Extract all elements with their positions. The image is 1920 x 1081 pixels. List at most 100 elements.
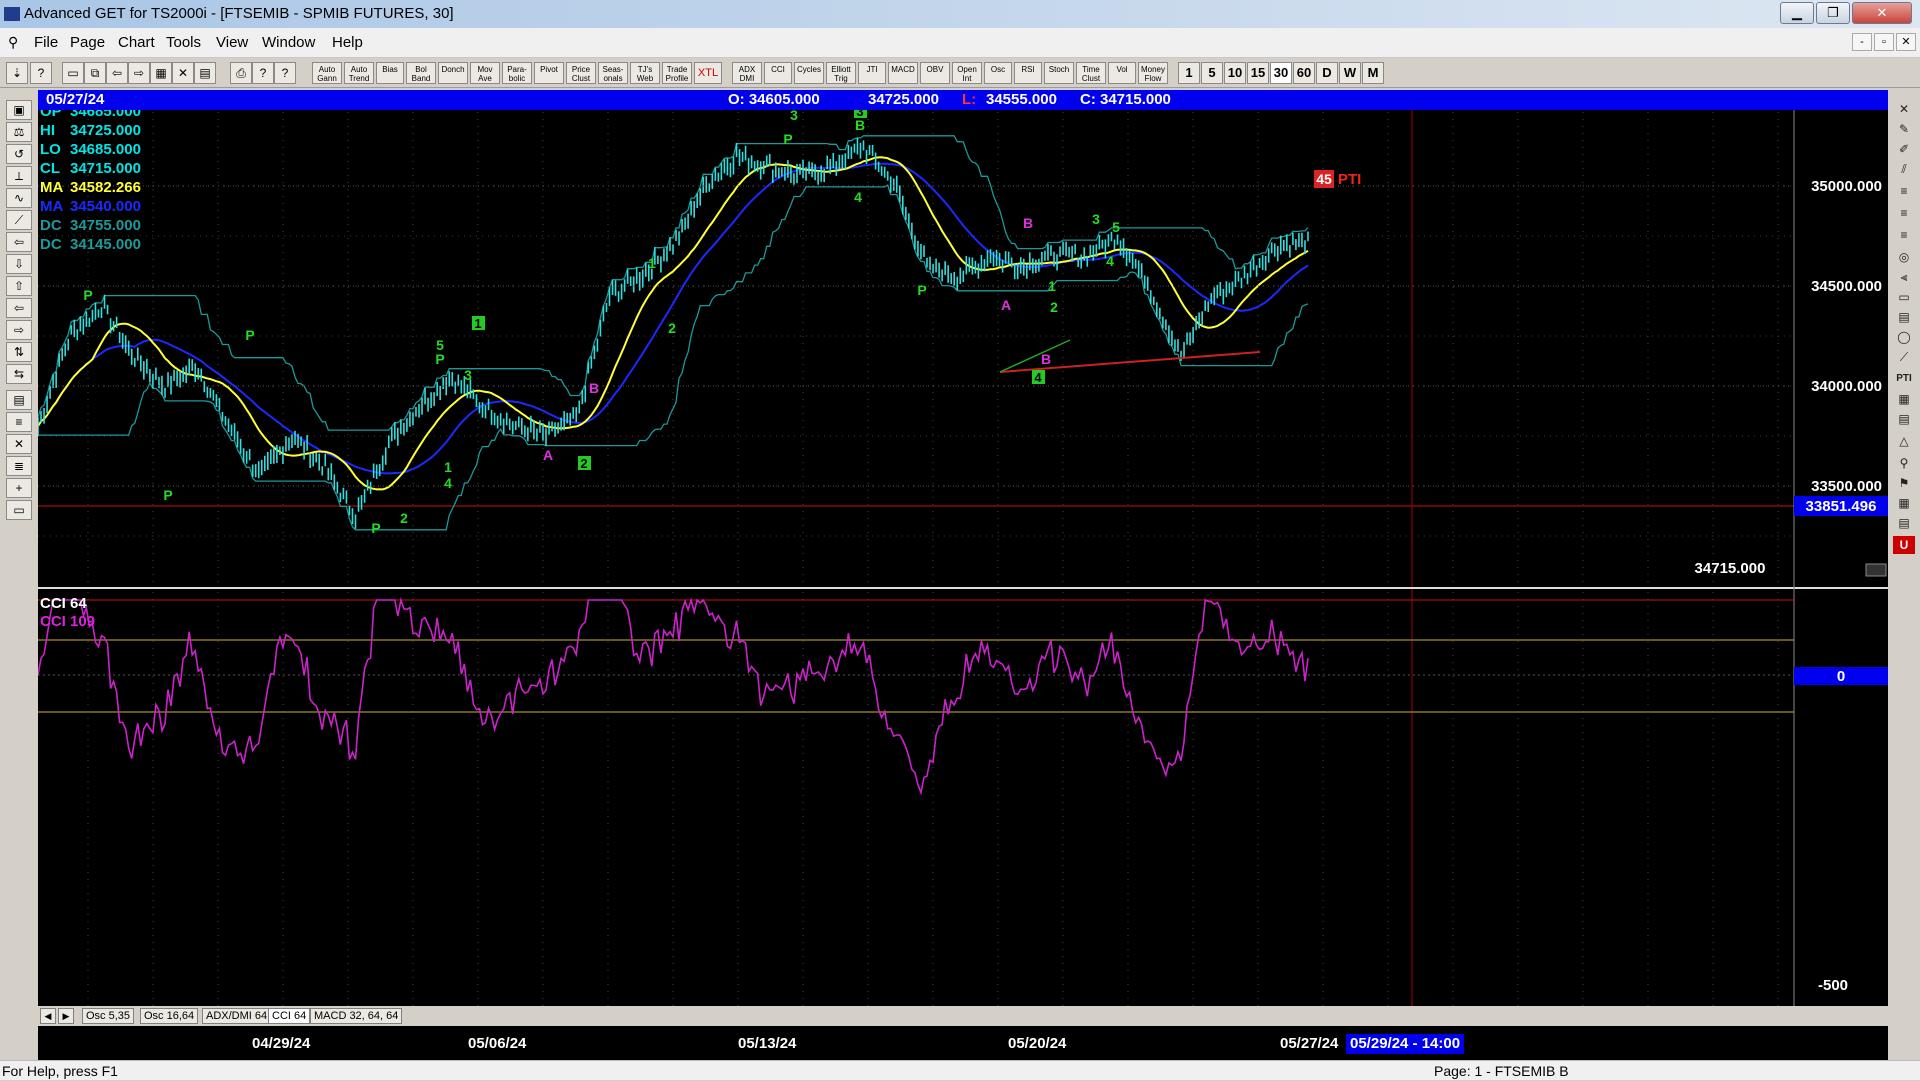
pen-icon[interactable]: ✎	[1893, 120, 1915, 138]
crosshair-icon[interactable]: +	[6, 478, 32, 498]
menu-view[interactable]: View	[216, 34, 248, 51]
study-button[interactable]: Open Int	[952, 62, 982, 84]
fib-time-icon[interactable]: ≡	[1893, 226, 1915, 244]
study-button[interactable]: Time Clust	[1076, 62, 1106, 84]
reset-icon[interactable]: ↺	[6, 144, 32, 164]
study-button[interactable]: Auto Gann	[312, 62, 342, 84]
open-folder-icon[interactable]: ▣	[6, 100, 32, 120]
arrow-up-icon[interactable]: ⇧	[6, 276, 32, 296]
study-button[interactable]: Vol	[1108, 62, 1136, 84]
fan-icon[interactable]: ⫷	[1893, 268, 1915, 286]
cursor-cross-icon[interactable]: ✕	[1893, 100, 1915, 118]
text-tool-icon[interactable]: ▤	[1893, 410, 1915, 428]
info-icon[interactable]: ?	[252, 62, 274, 84]
study-button[interactable]: Auto Trend	[344, 62, 374, 84]
print-icon[interactable]: ⎙	[230, 62, 252, 84]
tab-osc-16-64[interactable]: Osc 16,64	[140, 1008, 199, 1024]
help-pointer-icon[interactable]: ?	[30, 62, 52, 84]
menu-page[interactable]: Page	[70, 34, 105, 51]
study-button[interactable]: MACD	[888, 62, 918, 84]
study-button[interactable]: Price Clust	[566, 62, 596, 84]
spiral-icon[interactable]: ◎	[1893, 248, 1915, 266]
zoom-out-icon[interactable]: ⇆	[6, 364, 32, 384]
tab-cci-64[interactable]: CCI 64	[268, 1008, 311, 1024]
trend-icon[interactable]: ⟋	[6, 210, 32, 230]
pencil-icon[interactable]: ✐	[1893, 140, 1915, 158]
lines-icon[interactable]: ≡	[6, 412, 32, 432]
menu-file[interactable]: File	[34, 34, 58, 51]
context-help-icon[interactable]: ?	[274, 62, 296, 84]
back-icon[interactable]: ⇦	[106, 62, 128, 84]
study-button[interactable]: Bias	[376, 62, 404, 84]
rectangle-icon[interactable]: ▭	[1893, 288, 1915, 306]
study-button[interactable]: Elliott Trig	[826, 62, 856, 84]
compress-icon[interactable]: ▤	[6, 390, 32, 410]
fib-icon[interactable]: ≣	[6, 456, 32, 476]
menu-help[interactable]: Help	[332, 34, 363, 51]
gann-icon[interactable]: ✕	[6, 434, 32, 454]
study-button[interactable]: Money Flow	[1138, 62, 1168, 84]
study-button[interactable]: Stoch	[1044, 62, 1074, 84]
tab-macd[interactable]: MACD 32, 64, 64	[310, 1008, 403, 1024]
timeframe-button[interactable]: 15	[1247, 62, 1269, 84]
study-button[interactable]: ADX DMI	[732, 62, 762, 84]
study-button[interactable]: Seas- onals	[598, 62, 628, 84]
study-button[interactable]: XTL	[694, 62, 722, 84]
scale-icon[interactable]: ⚖	[6, 122, 32, 142]
pointer-icon[interactable]: ⇣	[6, 62, 28, 84]
new-page-icon[interactable]: ▭	[62, 62, 84, 84]
fib-ret-icon[interactable]: ≡	[1893, 182, 1915, 200]
mdi-close-icon[interactable]: ✕	[1896, 33, 1916, 51]
triangle-icon[interactable]: △	[1893, 432, 1915, 450]
study-button[interactable]: JTI	[858, 62, 886, 84]
timeframe-button[interactable]: 60	[1293, 62, 1315, 84]
timeframe-button[interactable]: 1	[1178, 62, 1200, 84]
bell-icon[interactable]: ⚑	[1893, 474, 1915, 492]
tab-scroll-right-icon[interactable]: ▶	[58, 1008, 74, 1024]
arrow-down-icon[interactable]: ⇩	[6, 254, 32, 274]
fib-ext-icon[interactable]: ≡	[1893, 204, 1915, 222]
grid-tool-icon[interactable]: ▦	[1893, 390, 1915, 408]
study-button[interactable]: Mov Ave	[470, 62, 500, 84]
study-button[interactable]: CCI	[764, 62, 792, 84]
pti-icon[interactable]: PTI	[1893, 370, 1915, 388]
box-icon[interactable]: ▤	[1893, 308, 1915, 326]
study-button[interactable]: Cycles	[794, 62, 824, 84]
mdi-document-icon[interactable]: ⚲	[8, 34, 18, 51]
menu-window[interactable]: Window	[262, 34, 315, 51]
menu-chart[interactable]: Chart	[118, 34, 155, 51]
grid-icon[interactable]: ▦	[150, 62, 172, 84]
maximize-button[interactable]: ❐	[1816, 2, 1850, 24]
study-button[interactable]: Trade Profile	[662, 62, 692, 84]
study-button[interactable]: Para- bolic	[502, 62, 532, 84]
minimize-button[interactable]: ▁	[1780, 2, 1814, 24]
regression-icon[interactable]: ⟋	[1893, 348, 1915, 366]
timeframe-button[interactable]: W	[1339, 62, 1361, 84]
timeframe-button[interactable]: D	[1316, 62, 1338, 84]
close-button[interactable]: ✕	[1852, 2, 1912, 24]
timeframe-button[interactable]: 10	[1224, 62, 1246, 84]
tab-osc-5-35[interactable]: Osc 5,35	[82, 1008, 135, 1024]
arrow-back-icon[interactable]: ⇦	[6, 298, 32, 318]
zoom-in-icon[interactable]: ⇅	[6, 342, 32, 362]
timeframe-button[interactable]: 30	[1270, 62, 1292, 84]
tab-adx-dmi-64[interactable]: ADX/DMI 64	[202, 1008, 272, 1024]
timeframe-button[interactable]: M	[1362, 62, 1384, 84]
undo-icon[interactable]: U	[1893, 536, 1915, 554]
tab-scroll-left-icon[interactable]: ◀	[40, 1008, 56, 1024]
list-icon[interactable]: ▤	[1893, 514, 1915, 532]
study-button[interactable]: Donch	[438, 62, 468, 84]
forward-icon[interactable]: ⇨	[128, 62, 150, 84]
copy-icon[interactable]: ⧉	[84, 62, 106, 84]
ruler-icon[interactable]: ▭	[6, 500, 32, 520]
timeframe-button[interactable]: 5	[1201, 62, 1223, 84]
arrow-left-icon[interactable]: ⇦	[6, 232, 32, 252]
study-icon[interactable]: ⟂	[6, 166, 32, 186]
elliott-icon[interactable]: ∿	[6, 188, 32, 208]
mdi-restore-icon[interactable]: ▫	[1874, 33, 1894, 51]
table-icon[interactable]: ▦	[1893, 494, 1915, 512]
mdi-minimize-icon[interactable]: -	[1852, 33, 1872, 51]
menu-tools[interactable]: Tools	[166, 34, 201, 51]
study-button[interactable]: TJ's Web	[630, 62, 660, 84]
channel-icon[interactable]: ⫽	[1893, 160, 1915, 178]
